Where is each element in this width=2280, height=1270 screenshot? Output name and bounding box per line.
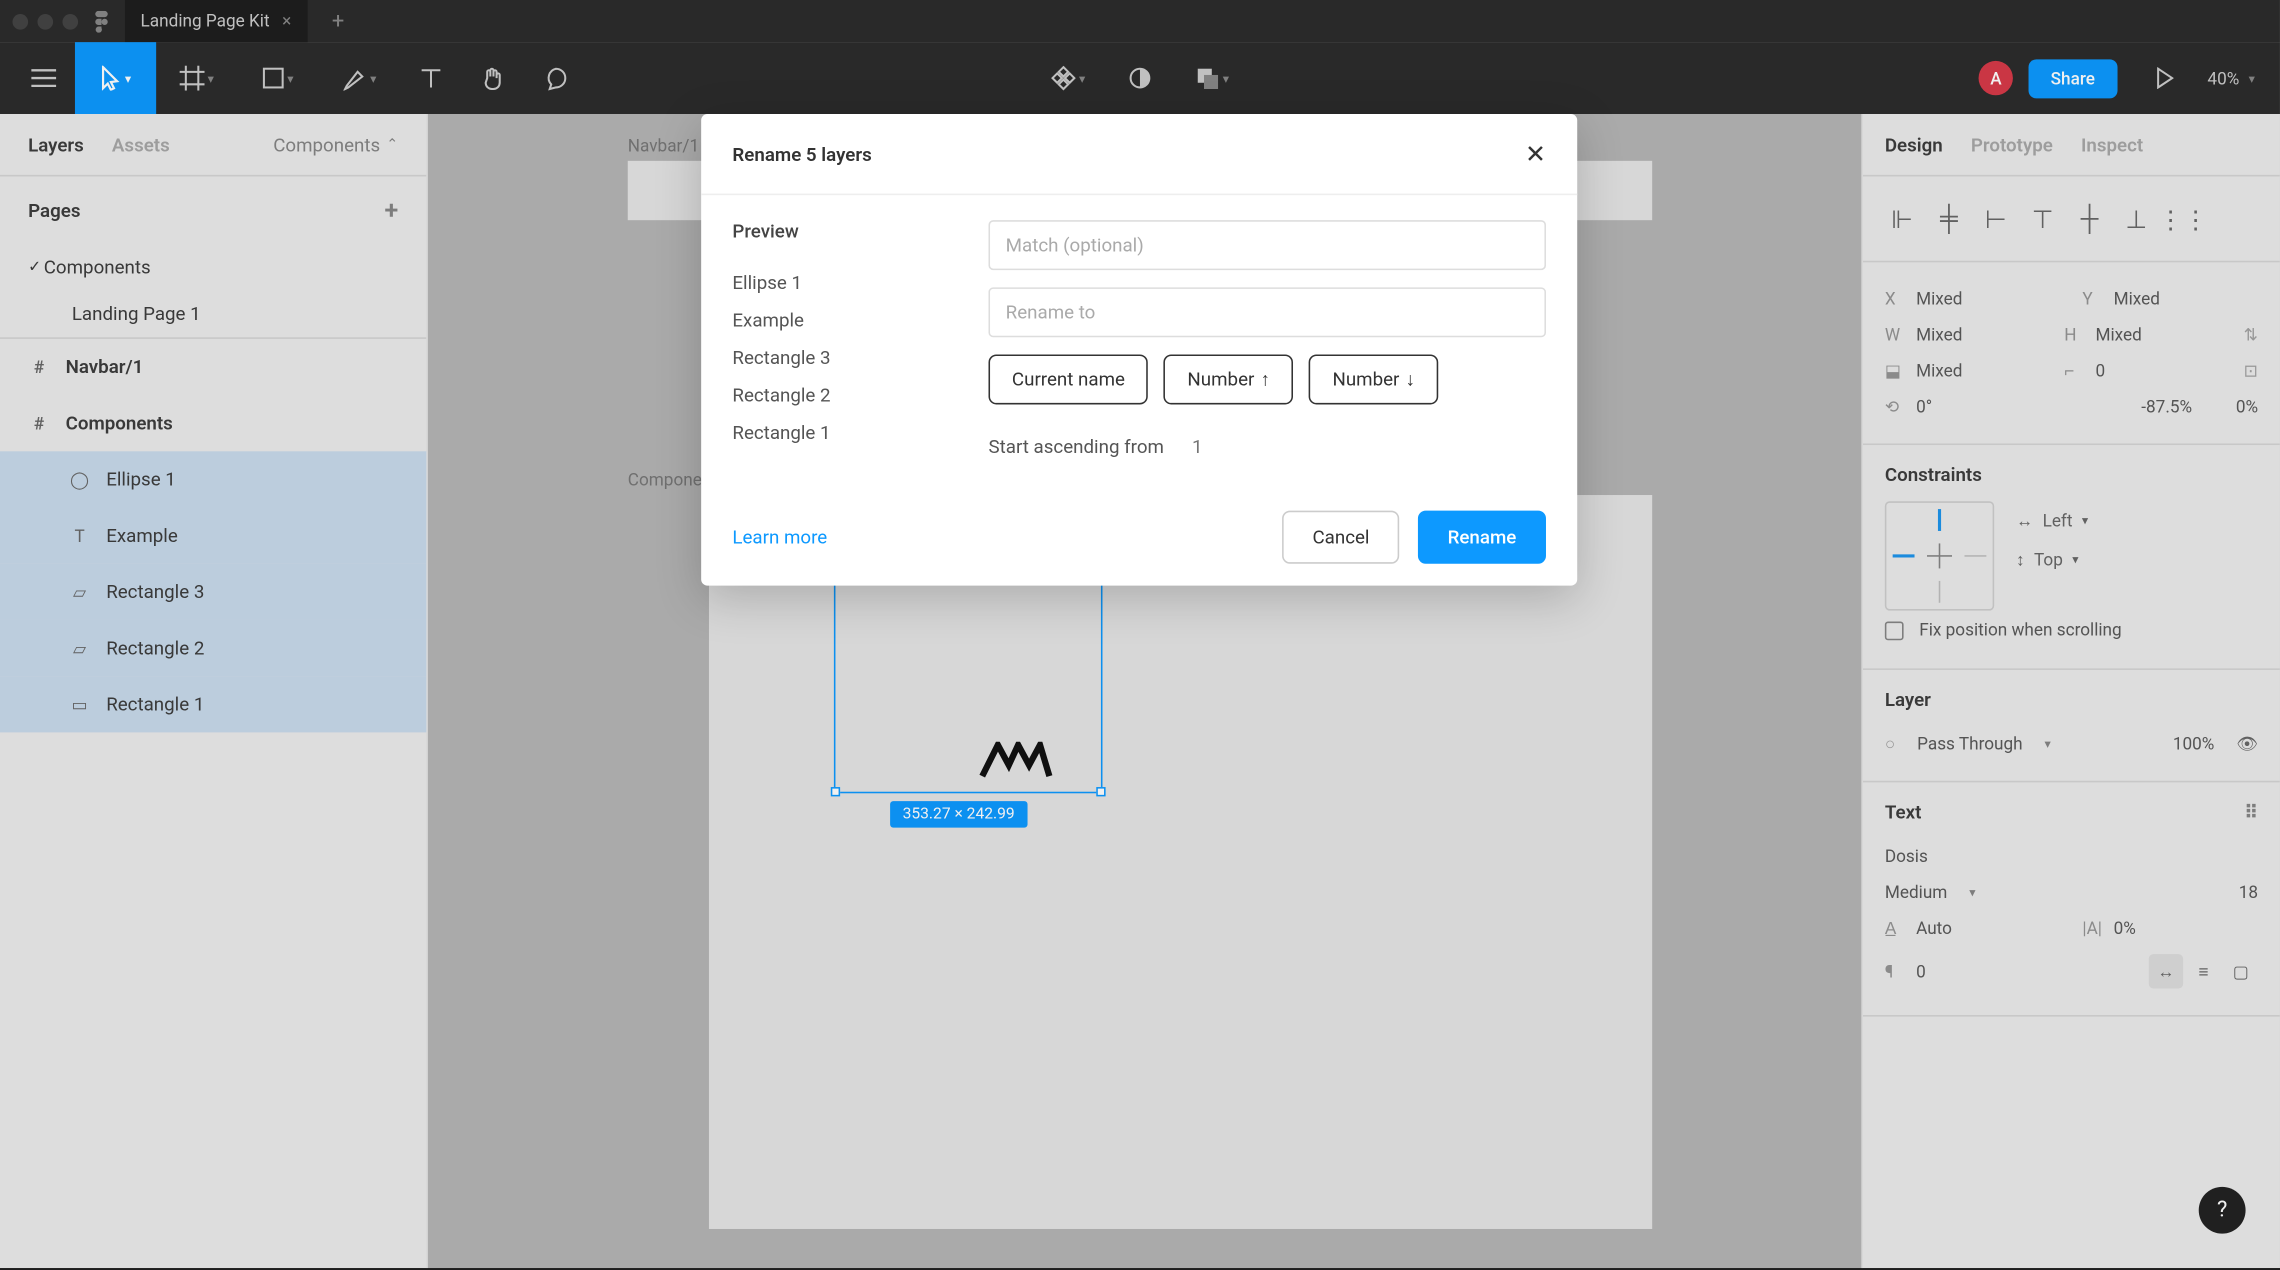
preview-item: Rectangle 1 — [732, 414, 951, 451]
preview-item: Ellipse 1 — [732, 264, 951, 301]
number-desc-button[interactable]: Number↓ — [1309, 354, 1438, 404]
ascending-input[interactable] — [1186, 429, 1248, 463]
number-asc-button[interactable]: Number↑ — [1164, 354, 1293, 404]
rename-button[interactable]: Rename — [1418, 511, 1546, 564]
ascending-label: Start ascending from — [988, 436, 1163, 458]
preview-item: Rectangle 3 — [732, 339, 951, 376]
current-name-button[interactable]: Current name — [988, 354, 1148, 404]
match-input[interactable] — [988, 220, 1545, 270]
rename-input[interactable] — [988, 287, 1545, 337]
close-icon[interactable]: ✕ — [1525, 139, 1546, 169]
learn-more-link[interactable]: Learn more — [732, 526, 827, 548]
preview-label: Preview — [732, 220, 951, 242]
cancel-button[interactable]: Cancel — [1283, 511, 1399, 564]
modal-title: Rename 5 layers — [732, 143, 871, 165]
rename-modal: Rename 5 layers ✕ Preview Ellipse 1 Exam… — [701, 114, 1577, 586]
preview-item: Example — [732, 301, 951, 338]
preview-item: Rectangle 2 — [732, 376, 951, 413]
